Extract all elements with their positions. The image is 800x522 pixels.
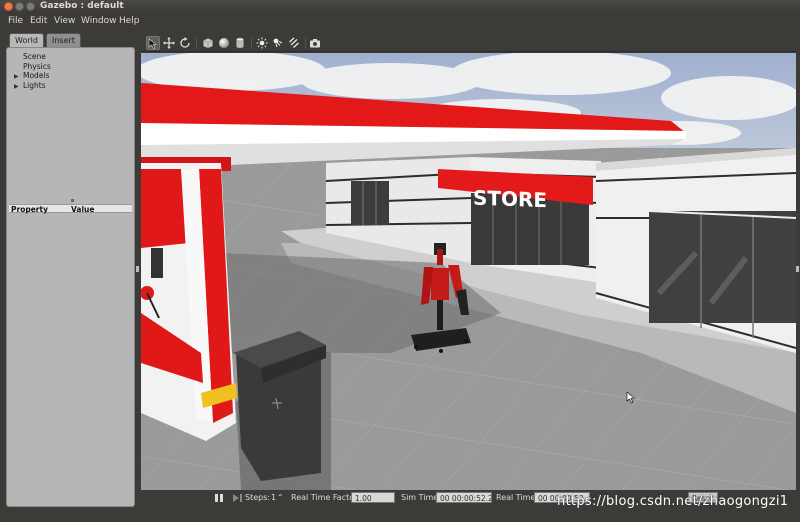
pause-icon-bar[interactable] [220,494,223,502]
property-table-header: Property Value [9,204,132,214]
menu-view[interactable]: View [54,16,75,26]
point-light-icon[interactable] [255,36,269,50]
window-titlebar: Gazebo : default [0,0,800,14]
maximize-window-button[interactable] [26,2,35,11]
minimize-window-button[interactable] [15,2,24,11]
3d-viewport[interactable]: STORE [141,53,796,490]
scene-render: STORE [141,53,796,490]
box-icon[interactable] [201,36,215,50]
splitter-handle[interactable] [71,199,74,202]
spot-light-icon[interactable] [271,36,285,50]
tree-item-scene[interactable]: Scene [23,52,46,61]
sim-time-value: 00 00:00:52.244 [436,492,492,503]
expand-arrow-icon[interactable]: ▶ [14,83,19,90]
close-window-button[interactable] [4,2,13,11]
menu-window[interactable]: Window [81,16,117,26]
sim-time-label: Sim Time: [401,493,441,502]
menu-file[interactable]: File [8,16,23,26]
cylinder-icon[interactable] [233,36,247,50]
menu-edit[interactable]: Edit [30,16,47,26]
toolbar-separator [251,37,252,49]
steps-label: Steps: [245,493,271,502]
steps-spinner-icon[interactable]: ⌃ [277,493,284,502]
tab-insert[interactable]: Insert [46,33,81,47]
menu-help[interactable]: Help [119,16,140,26]
tree-item-models[interactable]: Models [23,71,49,80]
window-title: Gazebo : default [40,1,124,11]
tree-item-physics[interactable]: Physics [23,62,51,71]
watermark-text: https://blog.csdn.net/zhaogongzi1 [557,494,789,509]
toolbar-separator [305,37,306,49]
property-table-body [9,214,132,504]
expand-arrow-icon[interactable]: ▶ [14,73,19,80]
real-time-label: Real Time: [496,493,539,502]
toolbar [141,34,796,52]
left-panel: World Insert Scene Physics ▶ Models ▶ Li… [6,33,135,507]
directional-light-icon[interactable] [287,36,301,50]
rotate-icon[interactable] [178,36,192,50]
steps-value[interactable]: 1 [271,493,276,502]
camera-screenshot-icon[interactable] [308,36,322,50]
store-sign-text: STORE [473,186,547,213]
arrow-select-icon[interactable] [146,36,160,50]
left-panel-collapse-handle[interactable] [136,266,139,272]
translate-icon[interactable] [162,36,176,50]
toolbar-separator [196,37,197,49]
sphere-icon[interactable] [217,36,231,50]
step-forward-icon[interactable] [233,494,242,502]
pause-icon[interactable] [215,494,218,502]
world-tree-panel: Scene Physics ▶ Models ▶ Lights Property… [6,47,135,507]
tab-world[interactable]: World [9,33,44,47]
tree-item-lights[interactable]: Lights [23,81,46,90]
menu-bar: File Edit View Window Help [0,14,800,29]
value-column-header: Value [71,205,95,214]
real-time-factor-value: 1.00 [351,492,395,503]
real-time-factor-label: Real Time Factor: [291,493,360,502]
property-column-header: Property [11,205,48,214]
right-panel-collapse-handle[interactable] [796,266,799,272]
